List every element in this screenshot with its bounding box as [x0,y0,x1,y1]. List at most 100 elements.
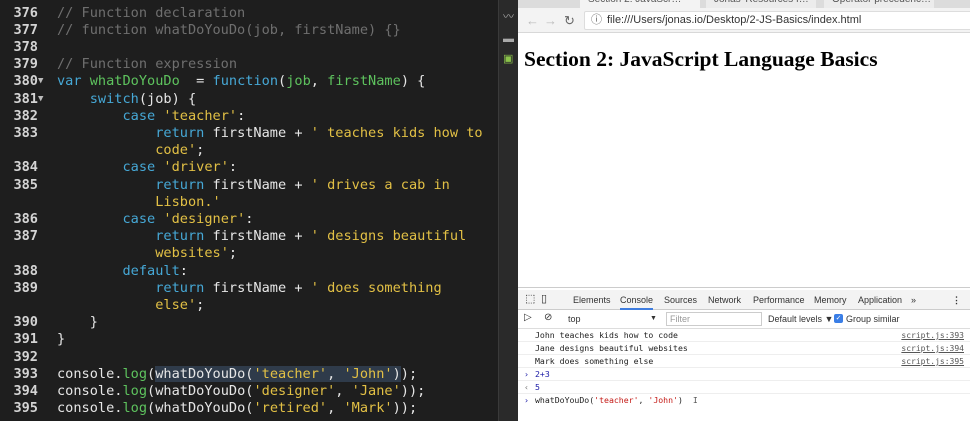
line-number: 392 [13,348,38,365]
code-text: return firstName + ' designs beautiful [57,228,466,245]
code-token: )); [400,382,426,399]
code-text: // function whatDoYouDo(job, firstName) … [57,22,401,39]
more-tabs-button[interactable]: » [911,295,916,305]
code-token: firstName [327,73,401,90]
group-similar-checkbox[interactable]: ✓ [834,314,843,323]
code-text: console.log(whatDoYouDo('retired', 'Mark… [57,400,417,417]
prompt-text: ) [677,395,683,405]
forward-icon[interactable]: → [544,13,557,28]
code-token: ; [228,245,238,262]
info-icon[interactable]: ⓘ [591,12,602,29]
tab-network[interactable]: Network [708,295,741,305]
extensions-icon[interactable]: ▬ [503,34,515,45]
tab-operator-precedence[interactable]: Operator precedenc… [824,0,934,8]
code-text: // Function expression [57,56,237,73]
code-token: websites' [155,245,229,262]
device-toolbar-icon[interactable]: ▯ [541,292,547,305]
code-token: // Function declaration [57,4,246,21]
fold-arrow-icon[interactable]: ▼ [38,73,43,90]
code-token: else' [155,296,197,313]
code-token: return [155,176,213,193]
source-link[interactable]: script.js:394 [901,342,964,355]
console-result: 5 [535,382,540,392]
tab-console[interactable]: Console [620,295,654,310]
code-token: : [237,107,246,124]
code-token: firstName + [212,228,311,245]
code-token: 'driver' [163,159,229,176]
line-number: 385 [13,176,38,193]
activity-icon[interactable]: 〰 [503,12,515,23]
menu-icon[interactable]: ⋮ [952,295,961,306]
reload-icon[interactable]: ↻ [564,13,575,29]
code-token: // function whatDoYouDo(job, firstName) … [57,21,401,38]
console-log-message: Mark does something else script.js:395 [518,355,970,368]
tab-sources[interactable]: Sources [664,295,697,305]
tab-performance[interactable]: Performance [753,295,805,305]
line-number: 378 [13,38,38,55]
code-token: ) { [400,73,426,90]
code-token: 'designer' [163,210,246,227]
source-link[interactable]: script.js:395 [901,355,964,368]
sidebar-toggle-icon[interactable]: ▷ [524,312,532,323]
line-number: 383 [13,124,38,141]
code-token: return [155,228,213,245]
code-token: , [327,400,344,417]
code-text: case 'teacher': [57,108,245,125]
tab-section2[interactable]: Section 2: JavaScr… [580,0,700,8]
code-token: 'Mark' [343,400,393,417]
code-editor[interactable]: 376 // Function declaration 377 // function… [0,0,498,421]
gift-icon[interactable]: ▣ [503,54,515,65]
clear-console-icon[interactable]: ⊘ [544,312,552,323]
console-filter-bar: ▷ ⊘ top ▼ Filter Default levels ▼ ✓ Grou… [518,310,970,329]
code-token: , [335,382,352,399]
console-input: 2+3 [535,369,550,379]
line-number: 389 [13,279,38,296]
prompt-text: 'John' [648,395,678,405]
line-number: 381 [13,90,38,107]
text-cursor-icon: I [692,395,698,405]
code-token: var [57,73,90,90]
code-token: whatDoYouDo( [155,365,254,382]
tab-application[interactable]: Application [858,295,902,305]
fold-arrow-icon[interactable]: ▼ [38,91,43,108]
source-link[interactable]: script.js:393 [901,329,964,342]
code-token: ; [196,142,205,159]
context-dropdown-icon[interactable]: ▼ [650,315,657,322]
context-select[interactable]: top [568,314,581,324]
filter-input[interactable]: Filter [666,312,762,326]
code-token: firstName + [212,176,311,193]
code-text: // Function declaration [57,5,245,22]
page-heading: Section 2: JavaScript Language Basics [524,47,878,71]
tab-resources[interactable]: Jonas' Resources f… [706,0,816,8]
inspect-icon[interactable]: ⬚ [525,292,535,305]
back-icon[interactable]: ← [526,13,539,28]
browser-toolbar: ← → ↻ ⓘ file:///Users/jonas.io/Desktop/2… [518,8,970,33]
address-bar[interactable]: ⓘ file:///Users/jonas.io/Desktop/2-JS-Ba… [584,11,970,30]
levels-dropdown[interactable]: Default levels ▼ [768,314,833,324]
code-token: case [122,107,164,124]
code-token: : [179,262,188,279]
line-number: 390 [13,314,38,331]
code-token: log [122,400,148,417]
tab-memory[interactable]: Memory [814,295,847,305]
prompt-text: whatDoYouDo( [535,395,595,405]
code-token: ' does something [310,279,442,296]
code-text: code'; [57,142,204,159]
code-text: default: [57,262,188,280]
code-token: 'designer' [253,382,336,399]
devtools-tabbar: ⬚ ▯ Elements Console Sources Network Per… [518,290,970,310]
code-token: : [245,210,254,227]
console-input-row: › 2+3 [518,368,970,381]
line-number: 395 [13,400,38,417]
code-token: ) [392,365,401,382]
tab-elements[interactable]: Elements [573,295,611,305]
code-token: ; [196,296,205,313]
code-text: else'; [57,297,204,314]
code-token: log [122,382,148,399]
console-prompt[interactable]: › whatDoYouDo('teacher', 'John') I [518,394,970,407]
code-token: } [57,331,66,348]
